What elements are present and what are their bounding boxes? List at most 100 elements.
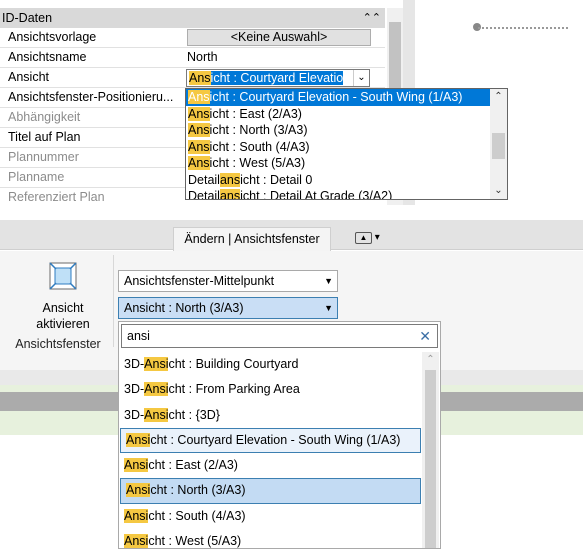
search-input[interactable]: ansi ✕: [121, 324, 438, 348]
list-item[interactable]: Ansicht : West (5/A3): [186, 155, 507, 172]
section-header-identity-data[interactable]: ID-Daten ⌃⌃: [0, 8, 385, 28]
list-item-prefix: 3D-: [124, 382, 145, 397]
chevron-down-icon[interactable]: ▼: [324, 271, 333, 291]
match-highlight: Ansi: [124, 508, 149, 523]
match-highlight: Ansi: [144, 382, 169, 397]
match-highlight: Ans: [188, 90, 210, 104]
list-item[interactable]: Ansicht : South (4/A3): [186, 139, 507, 156]
match-highlight: Ans: [189, 71, 211, 85]
activate-view-button[interactable]: Ansicht aktivieren: [24, 260, 102, 334]
match-highlight: ans: [219, 172, 241, 187]
combo-value: Ansichtsfenster-Mittelpunkt: [124, 274, 275, 288]
view-list: 3D-Ansicht : Building Courtyard 3D-Ansic…: [119, 352, 422, 549]
list-item-label: cht : Building Courtyard: [168, 357, 299, 371]
match-highlight: ans: [219, 189, 241, 199]
property-label: Abhängigkeit: [8, 110, 81, 124]
match-highlight: Ansi: [144, 357, 169, 371]
property-label: Ansichtsfenster-Positionieru...: [8, 90, 174, 104]
property-row: Ansichtsvorlage <Keine Auswahl>: [0, 28, 385, 48]
ribbon-screenshot: Ändern | Ansichtsfenster ▲ ▾ Ansicht akt…: [0, 220, 583, 549]
activate-view-icon: [49, 262, 77, 290]
view-select-text: icht : Courtyard Elevatio: [210, 71, 344, 85]
list-item[interactable]: 3D-Ansicht : From Parking Area: [119, 377, 422, 402]
list-item-label: cht : North (3/A3): [150, 483, 246, 498]
scrollbar-thumb[interactable]: [492, 133, 505, 159]
match-highlight: Ans: [188, 139, 210, 154]
list-item[interactable]: Detailansicht : Detail At Grade (3/A2): [186, 188, 507, 200]
list-item[interactable]: Ansicht : East (2/A3): [186, 106, 507, 123]
list-item[interactable]: Ansicht : North (3/A3): [120, 478, 421, 504]
list-item-label: cht : South (4/A3): [148, 508, 246, 523]
list-item[interactable]: 3D-Ansicht : {3D}: [119, 403, 422, 428]
combo-value: Ansicht : North (3/A3): [124, 301, 244, 315]
list-item-prefix: Detail: [188, 172, 220, 187]
list-item-label: icht : Courtyard Elevation - South Wing …: [209, 90, 463, 104]
viewport-position-combo[interactable]: Ansichtsfenster-Mittelpunkt ▼: [118, 270, 338, 292]
view-template-button[interactable]: <Keine Auswahl>: [187, 29, 371, 46]
list-item-label: icht : Detail At Grade (3/A2): [240, 189, 393, 200]
panel-options-icon[interactable]: ▲ ▾: [355, 232, 385, 246]
tab-modify-viewport[interactable]: Ändern | Ansichtsfenster: [173, 227, 331, 251]
chevron-down-icon[interactable]: ▼: [324, 298, 333, 318]
property-row: Ansichtsname North: [0, 48, 385, 68]
property-label: Referenziert Plan: [8, 190, 105, 204]
collapse-icon[interactable]: ⌃⌃: [363, 8, 381, 28]
list-item[interactable]: Ansicht : West (5/A3): [119, 529, 422, 549]
property-label: Planname: [8, 170, 65, 184]
list-item-label: cht : West (5/A3): [148, 534, 242, 549]
chevron-up-icon[interactable]: ⌃: [422, 352, 439, 368]
list-item[interactable]: 3D-Ansicht : Building Courtyard: [119, 352, 422, 377]
list-item-prefix: 3D-: [124, 407, 145, 422]
list-item[interactable]: Ansicht : Courtyard Elevation - South Wi…: [120, 427, 421, 454]
dropdown-scrollbar[interactable]: ⌃ ⌄: [490, 89, 507, 199]
list-item[interactable]: Ansicht : South (4/A3): [119, 504, 422, 529]
list-item-label: cht : {3D}: [168, 407, 220, 422]
section-header-label: ID-Daten: [2, 11, 53, 25]
panel-label-viewport: Ansichtsfenster: [15, 337, 101, 351]
list-item-label: cht : East (2/A3): [148, 458, 238, 473]
property-label: Ansicht: [8, 70, 49, 84]
list-item-prefix: Detail: [188, 189, 220, 200]
view-name-value[interactable]: North: [187, 48, 385, 67]
activate-view-label: Ansicht aktivieren: [36, 301, 90, 331]
match-highlight: Ansi: [126, 483, 151, 498]
list-item-label: icht : North (3/A3): [209, 123, 308, 137]
chevron-down-icon[interactable]: ⌄: [353, 70, 369, 86]
view-search-popup: ansi ✕ 3D-Ansicht : Building Courtyard 3…: [118, 321, 441, 549]
property-label: Ansichtsname: [8, 50, 87, 64]
close-icon[interactable]: ✕: [419, 325, 431, 347]
list-item-label: icht : East (2/A3): [209, 106, 302, 121]
match-highlight: Ans: [188, 123, 210, 137]
chevron-down-icon[interactable]: ⌄: [490, 183, 507, 199]
list-item[interactable]: Ansicht : North (3/A3): [186, 122, 507, 139]
ribbon-tab-bar: Ändern | Ansichtsfenster ▲ ▾: [0, 220, 583, 251]
match-highlight: Ansi: [124, 458, 149, 473]
list-item[interactable]: Ansicht : Courtyard Elevation - South Wi…: [186, 89, 507, 106]
list-item-prefix: 3D-: [124, 357, 145, 371]
properties-screenshot: ID-Daten ⌃⌃ Ansichtsvorlage <Keine Auswa…: [0, 0, 583, 205]
match-highlight: Ans: [188, 106, 210, 121]
view-select[interactable]: Ansicht : Courtyard Elevatio ⌄: [186, 69, 370, 87]
list-item-label: icht : South (4/A3): [209, 139, 310, 154]
match-highlight: Ans: [188, 156, 210, 170]
property-row: Ansicht Ansicht : Courtyard Elevatio ⌄: [0, 68, 385, 88]
popup-scrollbar[interactable]: ⌃: [422, 352, 439, 548]
list-item-label: cht : Courtyard Elevation - South Wing (…: [150, 432, 401, 447]
list-item-label: icht : West (5/A3): [209, 156, 306, 170]
property-label: Titel auf Plan: [8, 130, 81, 144]
view-combo[interactable]: Ansicht : North (3/A3) ▼: [118, 297, 338, 319]
dotted-line: [478, 27, 568, 29]
list-item[interactable]: Ansicht : East (2/A3): [119, 453, 422, 478]
match-highlight: Ansi: [126, 432, 151, 447]
match-highlight: Ansi: [124, 534, 149, 549]
list-item-label: cht : From Parking Area: [168, 382, 300, 397]
property-label: Ansichtsvorlage: [8, 30, 97, 44]
list-item-label: icht : Detail 0: [240, 172, 313, 187]
property-label: Plannummer: [8, 150, 79, 164]
scrollbar-thumb[interactable]: [425, 370, 436, 548]
match-highlight: Ansi: [144, 407, 169, 422]
chevron-up-icon[interactable]: ⌃: [490, 89, 507, 105]
view-dropdown-list: Ansicht : Courtyard Elevation - South Wi…: [185, 88, 508, 200]
search-value: ansi: [127, 329, 150, 343]
list-item[interactable]: Detailansicht : Detail 0: [186, 172, 507, 189]
